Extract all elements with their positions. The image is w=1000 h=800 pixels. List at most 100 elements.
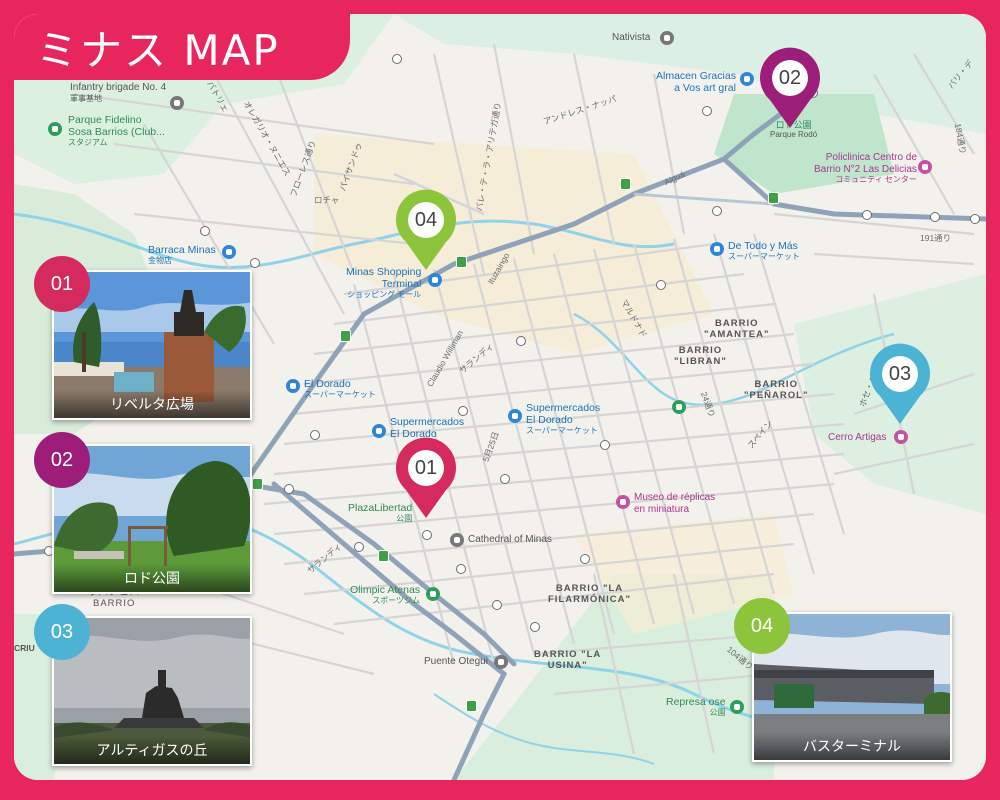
pin-number: 01 — [408, 450, 444, 486]
label-crlu: CRIU — [14, 643, 35, 653]
bus-stop-icon[interactable] — [458, 406, 468, 416]
stadium-icon[interactable] — [48, 122, 62, 136]
gym-icon[interactable] — [426, 587, 440, 601]
label-cerro-artigas[interactable]: Cerro Artigas — [828, 432, 886, 444]
park-icon[interactable] — [672, 400, 686, 414]
bus-stop-icon[interactable] — [250, 258, 260, 268]
label-barrio-amantea-line1: BARRIO — [715, 318, 759, 329]
bus-stop-icon[interactable] — [310, 430, 320, 440]
label-policlinica-sub: コミュニティ センター — [835, 175, 917, 184]
bus-stop-icon[interactable] — [970, 214, 980, 224]
route-badge — [768, 192, 779, 204]
landmark-icon[interactable] — [894, 430, 908, 444]
hardware-store-icon[interactable] — [222, 245, 236, 259]
photo-badge-01: 01 — [34, 256, 90, 312]
bus-stop-icon[interactable] — [656, 280, 666, 290]
label-super-eldorado-2-sub: スーパーマーケット — [526, 426, 598, 436]
label-barrio-amantea-line2: "AMANTEA" — [704, 328, 770, 340]
label-almacen[interactable]: Almacen Gracias a Vos art gral — [656, 70, 736, 94]
label-parque-fidelino-sub: スタジアム — [68, 138, 108, 148]
label-parque-fidelino-line1: Parque Fidelino — [68, 114, 142, 126]
label-almacen-line2: a Vos art gral — [674, 82, 736, 95]
label-barrio-penarol: BARRIO "PEÑAROL" — [744, 379, 809, 402]
bus-stop-icon[interactable] — [354, 542, 364, 552]
bus-stop-icon[interactable] — [580, 554, 590, 564]
label-de-todo-line1: De Todo y Más — [728, 240, 798, 252]
bus-stop-icon[interactable] — [500, 474, 510, 484]
map-pin-02[interactable]: 02 — [756, 46, 824, 132]
label-barrio-libran-line2: "LIBRAN" — [674, 355, 727, 367]
map-pin-01[interactable]: 01 — [392, 436, 460, 522]
label-museo-line2: en miniatura — [634, 503, 690, 515]
label-olimpic-sub: スポーツジム — [372, 596, 421, 606]
label-almacen-line1: Almacen Gracias — [656, 70, 736, 82]
label-barrio-amantea: BARRIO "AMANTEA" — [704, 318, 770, 341]
label-policlinica-line2: Barrio N°2 Las Delicias — [814, 163, 917, 175]
label-parque-fidelino[interactable]: Parque Fidelino Sosa Barrios (Club... スタ… — [68, 114, 165, 147]
cart-icon[interactable] — [286, 379, 300, 393]
bus-stop-icon[interactable] — [200, 226, 210, 236]
label-barrio-usina-line1: BARRIO "LA — [534, 649, 602, 660]
bus-stop-icon[interactable] — [516, 336, 526, 346]
label-barraca[interactable]: Barraca Minas 金物店 — [148, 244, 216, 265]
route-badge — [378, 550, 389, 562]
label-barrio-penarol-line2: "PEÑAROL" — [744, 389, 809, 401]
label-infantry[interactable]: Infantry brigade No. 4 軍事基地 — [70, 82, 166, 103]
label-barrio-penarol-line1: BARRIO — [754, 379, 798, 390]
photo-badge-03: 03 — [34, 604, 90, 660]
bus-stop-icon[interactable] — [392, 54, 402, 64]
photo-caption: アルティガスの丘 — [54, 736, 250, 764]
map-frame: ミナス MAP Nativista Almacen Gracias a Vos … — [14, 14, 986, 780]
cart-icon[interactable] — [710, 242, 724, 256]
bus-stop-icon[interactable] — [862, 210, 872, 220]
label-de-todo[interactable]: De Todo y Más スーパーマーケット — [728, 240, 800, 261]
route-badge — [252, 478, 263, 490]
shopping-icon[interactable] — [428, 273, 442, 287]
label-olimpic[interactable]: Olimpic Atenas スポーツジム — [350, 584, 420, 605]
label-super-eldorado-2-line1: Supermercados — [526, 402, 601, 414]
label-cathedral[interactable]: Cathedral of Minas — [468, 534, 552, 546]
church-icon[interactable] — [450, 533, 464, 547]
label-museo[interactable]: Museo de réplicas en miniatura — [634, 492, 715, 515]
cart-icon[interactable] — [508, 409, 522, 423]
place-marker-icon[interactable] — [660, 31, 674, 45]
bus-stop-icon[interactable] — [600, 440, 610, 450]
label-infantry-line1: Infantry brigade No. 4 — [70, 82, 167, 93]
bus-stop-icon[interactable] — [702, 106, 712, 116]
label-super-eldorado-2[interactable]: Supermercados El Dorado スーパーマーケット — [526, 402, 600, 435]
label-represa-sub: 公園 — [709, 708, 726, 718]
bus-stop-icon[interactable] — [930, 212, 940, 222]
label-policlinica-line1: Policlinica Centro de — [825, 152, 917, 163]
label-represa-line1: Represa ose — [666, 696, 726, 708]
bus-stop-icon[interactable] — [712, 206, 722, 216]
bus-stop-icon[interactable] — [422, 530, 432, 540]
label-puente-otegui[interactable]: Puente Otegui — [424, 656, 488, 668]
label-minas-shopping-sub: ショッピング モール — [347, 290, 422, 300]
map-pin-03[interactable]: 03 — [866, 342, 934, 428]
bus-stop-icon[interactable] — [492, 600, 502, 610]
label-barraca-sub: 金物店 — [148, 256, 172, 266]
park-icon[interactable] — [730, 700, 744, 714]
shop-icon[interactable] — [740, 72, 754, 86]
cart-icon[interactable] — [372, 424, 386, 438]
clinic-icon[interactable] — [918, 160, 932, 174]
label-barrio-filarmonica-line1: BARRIO "LA — [555, 583, 624, 594]
bridge-icon[interactable] — [494, 655, 508, 669]
military-icon[interactable] — [170, 96, 184, 110]
map-pin-04[interactable]: 04 — [392, 188, 460, 274]
map-title-tab: ミナス MAP — [14, 14, 350, 80]
label-el-dorado[interactable]: El Dorado スーパーマーケット — [304, 378, 376, 399]
bus-stop-icon[interactable] — [530, 622, 540, 632]
route-badge — [466, 700, 477, 712]
label-barrio-filarmonica-line2: FILARMÓNICA" — [548, 593, 631, 605]
label-barrio-usina-line2: USINA" — [547, 659, 588, 671]
label-represa[interactable]: Represa ose 公園 — [666, 696, 726, 717]
bus-stop-icon[interactable] — [456, 564, 466, 574]
label-barrio-libran: BARRIO "LIBRAN" — [674, 345, 727, 368]
bus-stop-icon[interactable] — [284, 484, 294, 494]
label-barrio-left-line2: BARRIO — [92, 597, 136, 609]
label-policlinica[interactable]: Policlinica Centro de Barrio N°2 Las Del… — [814, 152, 917, 184]
label-nativista[interactable]: Nativista — [612, 32, 650, 44]
museum-icon[interactable] — [616, 495, 630, 509]
photo-caption: リベルタ広場 — [54, 390, 250, 418]
